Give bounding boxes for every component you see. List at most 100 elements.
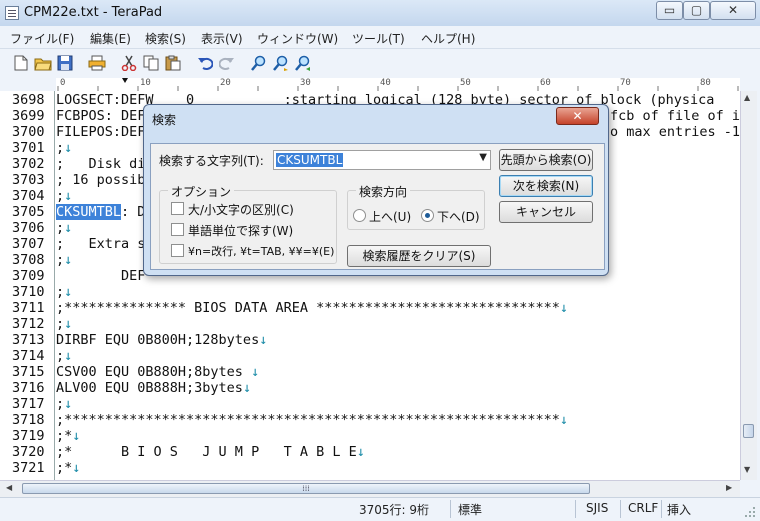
copy-icon[interactable]: [142, 54, 160, 72]
menu-bar: ファイル(F) 編集(E) 検索(S) 表示(V) ウィンドウ(W) ツール(T…: [0, 26, 760, 49]
vertical-scroll-thumb[interactable]: [743, 424, 754, 438]
open-folder-icon[interactable]: [34, 54, 52, 72]
code-line: ;↓: [56, 284, 72, 300]
newline-mark: ↓: [64, 252, 73, 268]
status-bar: 3705行: 9桁 標準 SJIS CRLF 挿入: [0, 497, 760, 521]
line-number: 3719: [12, 428, 45, 444]
ruler-mark: 0: [60, 78, 66, 88]
line-number: 3708: [12, 252, 45, 268]
case-sensitive-label[interactable]: 大/小文字の区別(C): [188, 201, 294, 218]
line-number: 3698: [12, 92, 45, 108]
menu-edit[interactable]: 編集(E): [90, 30, 131, 47]
new-file-icon[interactable]: [12, 54, 30, 72]
save-icon[interactable]: [56, 54, 74, 72]
vertical-scrollbar[interactable]: ▲ ▼: [740, 91, 757, 480]
search-input[interactable]: CKSUMTBL ▼: [273, 150, 491, 170]
line-number: 3711: [12, 300, 45, 316]
code-line: ;↓: [56, 220, 72, 236]
code-text: ; 16 possib: [56, 172, 146, 188]
cut-icon[interactable]: [120, 54, 138, 72]
newline-mark: ↓: [559, 300, 569, 316]
line-number: 3706: [12, 220, 45, 236]
newline-mark: ↓: [64, 140, 73, 156]
newline-mark: ↓: [64, 396, 73, 412]
code-text: ;: [56, 252, 65, 268]
scroll-up-icon[interactable]: ▲: [744, 93, 750, 102]
escape-sequences-checkbox[interactable]: [171, 244, 184, 257]
redo-icon[interactable]: [218, 54, 236, 72]
ruler-mark: 20: [220, 78, 231, 88]
menu-window[interactable]: ウィンドウ(W): [257, 30, 338, 47]
direction-up-radio[interactable]: [353, 209, 366, 222]
line-number: 3718: [12, 412, 45, 428]
paste-icon[interactable]: [164, 54, 182, 72]
line-number: 3720: [12, 444, 45, 460]
close-window-button[interactable]: ✕: [710, 1, 756, 20]
menu-view[interactable]: 表示(V): [201, 30, 243, 47]
line-number: 3705: [12, 204, 45, 220]
find-next-button[interactable]: 次を検索(N): [499, 175, 593, 197]
line-number: 3701: [12, 140, 45, 156]
code-line: ;↓: [56, 396, 72, 412]
status-separator: [620, 500, 621, 518]
code-line: FILEPOS:DEF: [56, 124, 145, 140]
code-line: ; 16 possib: [56, 172, 145, 188]
menu-file[interactable]: ファイル(F): [10, 30, 74, 47]
newline-mark: ↓: [64, 316, 73, 332]
code-text: DIRBF EQU 0B800H;128bytes: [56, 332, 260, 348]
direction-up-label[interactable]: 上へ(U): [369, 208, 411, 225]
code-line: ;↓: [56, 252, 72, 268]
code-text: ;: [56, 220, 65, 236]
selected-text: CKSUMTBL: [56, 204, 122, 220]
find-icon[interactable]: [250, 54, 268, 72]
code-text: ;*************** BIOS DATA AREA ********…: [56, 300, 560, 316]
code-text: : D: [121, 204, 146, 220]
scroll-left-icon[interactable]: ◀: [6, 483, 12, 492]
code-line: DIRBF EQU 0B800H;128bytes↓: [56, 332, 267, 348]
minimize-button[interactable]: ▭: [656, 1, 683, 20]
search-from-top-button[interactable]: 先頭から検索(O): [499, 149, 593, 171]
print-icon[interactable]: [88, 54, 106, 72]
code-text: ALV00 EQU 0B888H;3bytes: [56, 380, 243, 396]
horizontal-scrollbar[interactable]: ◀ ⁞⁞⁞ ▶: [0, 480, 740, 497]
close-icon: ✕: [572, 109, 583, 123]
case-sensitive-checkbox[interactable]: [171, 202, 184, 215]
newline-mark: ↓: [259, 332, 268, 348]
undo-icon[interactable]: [196, 54, 214, 72]
menu-help[interactable]: ヘルプ(H): [421, 30, 475, 47]
escape-sequences-label[interactable]: ¥n=改行, ¥t=TAB, ¥¥=¥(E): [188, 243, 334, 259]
newline-mark: ↓: [559, 412, 569, 428]
direction-down-radio[interactable]: [421, 209, 434, 222]
maximize-button[interactable]: ▢: [683, 1, 710, 20]
code-text: ;* B I O S J U M P T A B L E: [56, 444, 357, 460]
scroll-right-icon[interactable]: ▶: [726, 483, 732, 492]
resize-grip-icon[interactable]: [744, 506, 756, 518]
menu-search[interactable]: 検索(S): [145, 30, 186, 47]
whole-word-label[interactable]: 単語単位で探す(W): [188, 222, 293, 239]
code-text: ; Disk di: [56, 156, 146, 172]
cancel-button[interactable]: キャンセル: [499, 201, 593, 223]
line-number: 3703: [12, 172, 45, 188]
dropdown-arrow-icon[interactable]: ▼: [479, 152, 487, 163]
newline-mark: ↓: [64, 348, 73, 364]
title-bar[interactable]: CPM22e.txt - TeraPad ▭ ▢ ✕: [0, 0, 760, 26]
horizontal-scroll-thumb[interactable]: ⁞⁞⁞: [22, 483, 590, 494]
find-next-icon[interactable]: [272, 54, 290, 72]
clear-history-button[interactable]: 検索履歴をクリア(S): [347, 245, 491, 267]
code-text: ;*: [56, 460, 73, 476]
code-text: ;*: [56, 428, 73, 444]
line-number: 3699: [12, 108, 45, 124]
scroll-down-icon[interactable]: ▼: [744, 465, 750, 474]
direction-down-label[interactable]: 下へ(D): [437, 208, 480, 225]
maximize-icon: ▢: [690, 3, 703, 17]
code-text: ;: [56, 140, 65, 156]
code-text-fragment: o max entries -1: [610, 124, 740, 140]
find-prev-icon[interactable]: [294, 54, 312, 72]
dialog-close-button[interactable]: ✕: [556, 107, 599, 125]
menu-tools[interactable]: ツール(T): [352, 30, 405, 47]
whole-word-checkbox[interactable]: [171, 223, 184, 236]
code-line: FCBPOS: DEF: [56, 108, 145, 124]
search-input-value: CKSUMTBL: [276, 153, 344, 167]
column-ruler: 0 10 20 30 40 50 60 70 80: [56, 78, 740, 92]
status-separator: [661, 500, 662, 518]
